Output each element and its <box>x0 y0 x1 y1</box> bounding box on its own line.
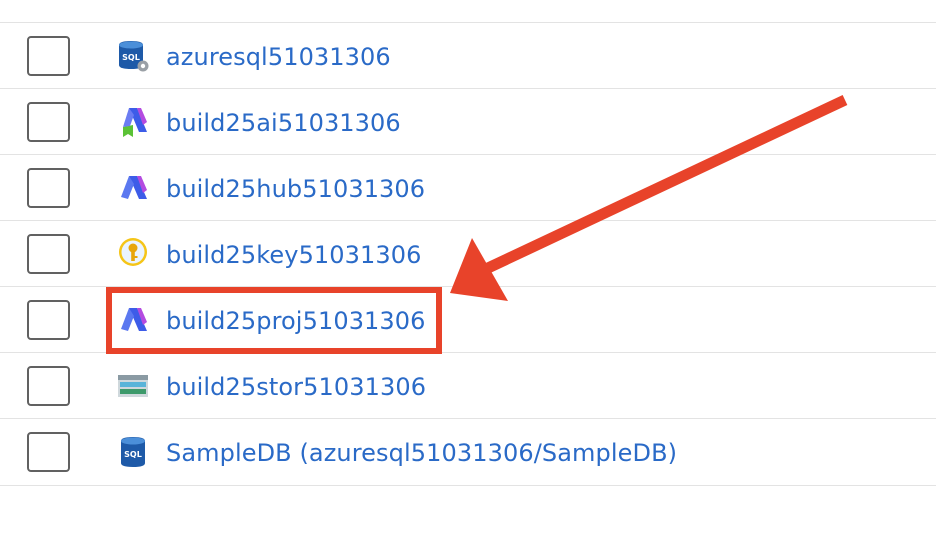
storage-account-icon <box>116 369 150 403</box>
resource-row: SQL azuresql51031306 <box>0 23 936 87</box>
svg-text:SQL: SQL <box>124 450 142 459</box>
key-vault-icon <box>116 237 150 271</box>
row-divider <box>0 485 936 486</box>
resource-row: build25proj51031306 <box>0 287 936 351</box>
resource-row: build25key51031306 <box>0 221 936 285</box>
row-checkbox[interactable] <box>27 234 70 274</box>
row-checkbox[interactable] <box>27 300 70 340</box>
resource-link[interactable]: azuresql51031306 <box>166 41 391 73</box>
resource-list-screenshot: SQL azuresql51031306 build25ai51031306 b… <box>0 0 936 536</box>
resource-link[interactable]: build25ai51031306 <box>166 107 401 139</box>
row-checkbox[interactable] <box>27 36 70 76</box>
ai-foundry-project-icon <box>116 303 150 337</box>
resource-row: SQL SampleDB (azuresql51031306/SampleDB) <box>0 419 936 483</box>
ai-foundry-icon <box>116 105 150 139</box>
resource-row: build25stor51031306 <box>0 353 936 417</box>
ai-foundry-hub-icon <box>116 171 150 205</box>
resource-link[interactable]: build25key51031306 <box>166 239 422 271</box>
resource-link[interactable]: build25hub51031306 <box>166 173 425 205</box>
svg-text:SQL: SQL <box>122 53 140 62</box>
row-checkbox[interactable] <box>27 366 70 406</box>
row-checkbox[interactable] <box>27 168 70 208</box>
sql-database-icon: SQL <box>116 435 150 469</box>
resource-link[interactable]: build25proj51031306 <box>166 305 426 337</box>
row-checkbox[interactable] <box>27 102 70 142</box>
resource-row: build25hub51031306 <box>0 155 936 219</box>
sql-server-icon: SQL <box>116 39 150 73</box>
resource-link[interactable]: build25stor51031306 <box>166 371 426 403</box>
row-checkbox[interactable] <box>27 432 70 472</box>
resource-link[interactable]: SampleDB (azuresql51031306/SampleDB) <box>166 437 677 469</box>
resource-row: build25ai51031306 <box>0 89 936 153</box>
